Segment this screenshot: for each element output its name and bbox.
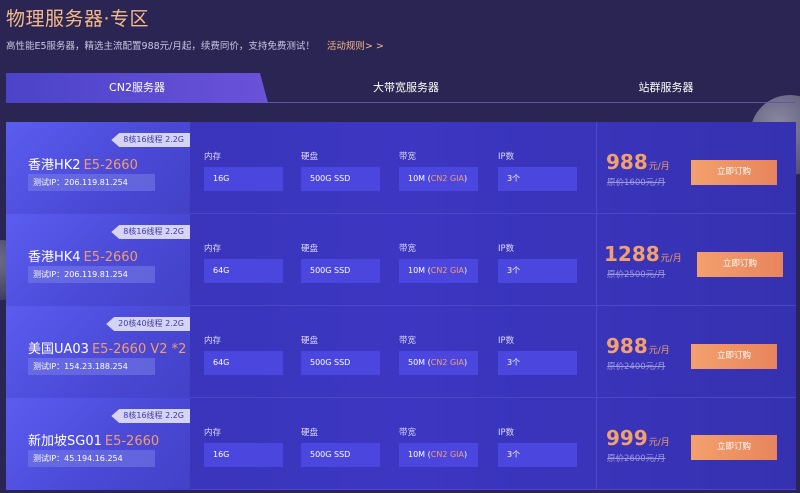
test-ip: 测试IP：45.194.16.254 — [28, 450, 155, 467]
cpu-model: E5-2660 — [83, 250, 138, 265]
bandwidth-value: 10M (CN2 GIA) — [399, 259, 478, 283]
disk-label: 硬盘 — [301, 152, 319, 162]
cpu-spec-badge: 8核16线程 2.2G — [111, 409, 190, 423]
cpu-spec-badge: 8核16线程 2.2G — [111, 225, 190, 239]
server-name-label: 香港HK4 — [28, 250, 81, 265]
original-price: 原价2600元/月 — [607, 454, 666, 464]
bandwidth-label: 带宽 — [399, 336, 417, 346]
original-price: 原价2500元/月 — [607, 270, 666, 280]
price: 1288元/月 — [604, 242, 682, 266]
cpu-model: E5-2660 — [104, 434, 160, 449]
disk-label: 硬盘 — [301, 336, 319, 346]
server-name-label: 新加坡SG01 — [28, 434, 102, 449]
ip-count-value: 3个 — [498, 167, 577, 191]
bandwidth-label: 带宽 — [399, 152, 417, 162]
tab-site-group-servers[interactable]: 站群服务器 — [566, 73, 766, 103]
cpu-model: E5-2660 — [83, 158, 138, 173]
buy-now-button[interactable]: 立即订购 — [691, 160, 777, 185]
ip-count-value: 3个 — [498, 259, 577, 283]
ip-count-label: IP数 — [498, 244, 515, 254]
bandwidth-value: 50M (CN2 GIA) — [399, 351, 478, 375]
server-card: 8核16线程 2.2G 香港HK4 E5-2660 测试IP：206.119.81… — [6, 214, 796, 306]
disk-value: 500G SSD — [301, 167, 380, 191]
price: 999元/月 — [606, 426, 670, 450]
disk-label: 硬盘 — [301, 244, 319, 254]
disk-value: 500G SSD — [301, 351, 380, 375]
price-area: 1288元/月 原价2500元/月 — [596, 214, 706, 306]
bandwidth-value: 10M (CN2 GIA) — [399, 443, 478, 467]
price-area: 988元/月 原价1600元/月 — [596, 122, 706, 214]
page-subtitle: 高性能E5服务器，精选主流配置988元/月起，续费同价，支持免费测试！ — [6, 41, 315, 52]
bandwidth-value: 10M (CN2 GIA) — [399, 167, 478, 191]
server-name: 香港HK2 E5-2660 — [28, 154, 138, 173]
server-name: 香港HK4 E5-2660 — [28, 246, 138, 265]
price: 988元/月 — [606, 334, 670, 358]
server-type-tabs: CN2服务器 大带宽服务器 站群服务器 — [6, 73, 796, 103]
rules-link[interactable]: 活动规则> > — [327, 38, 384, 52]
price: 988元/月 — [606, 150, 670, 174]
bandwidth-label: 带宽 — [399, 428, 417, 438]
memory-value: 64G — [204, 259, 283, 283]
ip-count-label: IP数 — [498, 428, 515, 438]
server-name-label: 香港HK2 — [28, 158, 81, 173]
price-area: 999元/月 原价2600元/月 — [596, 398, 706, 490]
cpu-spec-badge: 20核40线程 2.2G — [106, 317, 190, 331]
original-price: 原价2400元/月 — [607, 362, 666, 372]
price-area: 988元/月 原价2400元/月 — [596, 306, 706, 398]
server-info-panel: 8核16线程 2.2G 新加坡SG01 E5-2660 测试IP：45.194.1… — [6, 398, 190, 490]
subtitle-row: 高性能E5服务器，精选主流配置988元/月起，续费同价，支持免费测试！ 活动规则… — [6, 38, 384, 52]
server-info-panel: 8核16线程 2.2G 香港HK4 E5-2660 测试IP：206.119.81… — [6, 214, 190, 306]
memory-label: 内存 — [204, 244, 222, 254]
bandwidth-label: 带宽 — [399, 244, 417, 254]
disk-value: 500G SSD — [301, 259, 380, 283]
memory-value: 16G — [204, 167, 283, 191]
tab-high-bandwidth-servers[interactable]: 大带宽服务器 — [306, 73, 506, 103]
cpu-model: E5-2660 V2 *2 — [91, 342, 187, 357]
server-info-panel: 20核40线程 2.2G 美国UA03 E5-2660 V2 *2 测试IP：15… — [6, 306, 190, 398]
buy-now-button[interactable]: 立即订购 — [697, 252, 783, 277]
server-card: 8核16线程 2.2G 香港HK2 E5-2660 测试IP：206.119.81… — [6, 122, 796, 214]
memory-value: 16G — [204, 443, 283, 467]
server-name-label: 美国UA03 — [28, 342, 89, 357]
tab-cn2-servers[interactable]: CN2服务器 — [6, 73, 268, 103]
server-list: 8核16线程 2.2G 香港HK2 E5-2660 测试IP：206.119.81… — [6, 122, 796, 490]
ip-count-label: IP数 — [498, 336, 515, 346]
server-name: 新加坡SG01 E5-2660 — [28, 430, 159, 449]
ip-count-value: 3个 — [498, 443, 577, 467]
memory-value: 64G — [204, 351, 283, 375]
memory-label: 内存 — [204, 336, 222, 346]
ip-count-label: IP数 — [498, 152, 515, 162]
disk-value: 500G SSD — [301, 443, 380, 467]
page-header: 物理服务器·专区 高性能E5服务器，精选主流配置988元/月起，续费同价，支持免… — [6, 4, 384, 52]
page-title: 物理服务器·专区 — [6, 8, 150, 30]
test-ip: 测试IP：206.119.81.254 — [28, 266, 155, 283]
server-card: 8核16线程 2.2G 新加坡SG01 E5-2660 测试IP：45.194.1… — [6, 398, 796, 490]
server-name: 美国UA03 E5-2660 V2 *2 — [28, 338, 186, 357]
memory-label: 内存 — [204, 152, 222, 162]
cpu-spec-badge: 8核16线程 2.2G — [111, 133, 190, 147]
disk-label: 硬盘 — [301, 428, 319, 438]
buy-now-button[interactable]: 立即订购 — [691, 344, 777, 369]
original-price: 原价1600元/月 — [607, 178, 666, 188]
buy-now-button[interactable]: 立即订购 — [691, 435, 777, 460]
server-info-panel: 8核16线程 2.2G 香港HK2 E5-2660 测试IP：206.119.81… — [6, 122, 190, 214]
test-ip: 测试IP：154.23.188.254 — [28, 358, 155, 375]
memory-label: 内存 — [204, 428, 222, 438]
test-ip: 测试IP：206.119.81.254 — [28, 174, 155, 191]
server-card: 20核40线程 2.2G 美国UA03 E5-2660 V2 *2 测试IP：15… — [6, 306, 796, 398]
ip-count-value: 3个 — [498, 351, 577, 375]
